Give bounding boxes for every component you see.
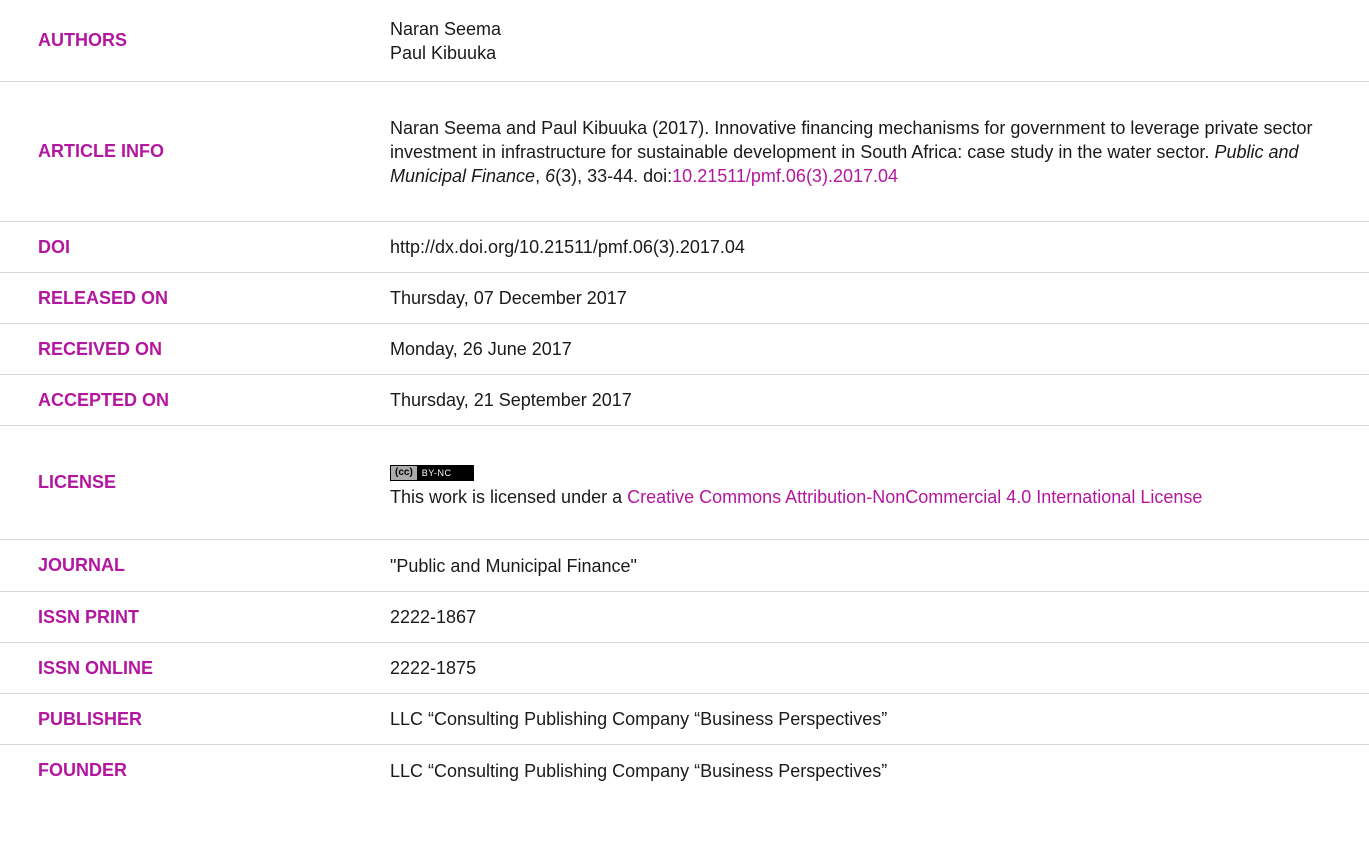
accepted-on-value: Thursday, 21 September 2017 [390,390,632,410]
journal-row: JOURNAL "Public and Municipal Finance" [0,540,1369,592]
issn-print-value: 2222-1867 [390,607,477,627]
article-info-label: ARTICLE INFO [38,141,164,161]
doi-value: http://dx.doi.org/10.21511/pmf.06(3).201… [390,237,745,257]
citation-doi-link[interactable]: 10.21511/pmf.06(3).2017.04 [672,166,898,186]
publisher-value: LLC “Consulting Publishing Company “Busi… [390,709,888,729]
doi-row: DOI http://dx.doi.org/10.21511/pmf.06(3)… [0,222,1369,273]
citation-comma: , [535,165,546,186]
journal-label: JOURNAL [38,555,126,575]
author-name: Naran Seema [390,18,502,39]
founder-label: FOUNDER [38,760,127,780]
cc-badge-terms: BY-NC [421,467,452,478]
cc-license-badge-icon[interactable]: (cc) BY-NC [390,464,475,481]
issn-print-row: ISSN PRINT 2222-1867 [0,592,1369,643]
author-name: Paul Kibuuka [390,42,497,63]
accepted-on-label: ACCEPTED ON [38,389,170,410]
license-value: (cc) BY-NC This work is licensed under a … [390,457,1369,509]
article-metadata-table: AUTHORS Naran Seema Paul Kibuuka ARTICLE… [0,0,1369,796]
citation-volume: 6 [545,165,556,186]
founder-value: LLC “Consulting Publishing Company “Busi… [390,760,888,781]
citation-text: Naran Seema and Paul Kibuuka (2017). Inn… [390,117,1313,162]
received-on-label: RECEIVED ON [38,338,163,359]
authors-value: Naran Seema Paul Kibuuka [390,17,1369,65]
issn-print-label: ISSN PRINT [38,606,140,627]
authors-label: AUTHORS [38,30,127,50]
released-on-label: RELEASED ON [38,287,169,308]
publisher-row: PUBLISHER LLC “Consulting Publishing Com… [0,694,1369,745]
founder-row: FOUNDER LLC “Consulting Publishing Compa… [0,745,1369,796]
license-text: This work is licensed under a [390,486,628,507]
license-label: LICENSE [38,472,117,492]
accepted-on-row: ACCEPTED ON Thursday, 21 September 2017 [0,375,1369,426]
journal-value: "Public and Municipal Finance" [390,555,637,576]
released-on-value: Thursday, 07 December 2017 [390,288,627,308]
received-on-value: Monday, 26 June 2017 [390,339,572,359]
cc-badge-symbol: (cc) [391,465,418,480]
article-info-row: ARTICLE INFO Naran Seema and Paul Kibuuk… [0,82,1369,222]
doi-label: DOI [38,236,71,257]
released-on-row: RELEASED ON Thursday, 07 December 2017 [0,273,1369,324]
received-on-row: RECEIVED ON Monday, 26 June 2017 [0,324,1369,375]
license-row: LICENSE (cc) BY-NC This work is licensed … [0,426,1369,540]
issn-online-value: 2222-1875 [390,658,477,678]
article-info-value: Naran Seema and Paul Kibuuka (2017). Inn… [390,116,1369,188]
issn-online-row: ISSN ONLINE 2222-1875 [0,643,1369,694]
issn-online-label: ISSN ONLINE [38,657,154,678]
publisher-label: PUBLISHER [38,708,143,729]
citation-issue-pages: (3), 33-44. doi: [555,165,673,186]
license-link[interactable]: Creative Commons Attribution-NonCommerci… [627,487,1202,507]
authors-row: AUTHORS Naran Seema Paul Kibuuka [0,0,1369,82]
